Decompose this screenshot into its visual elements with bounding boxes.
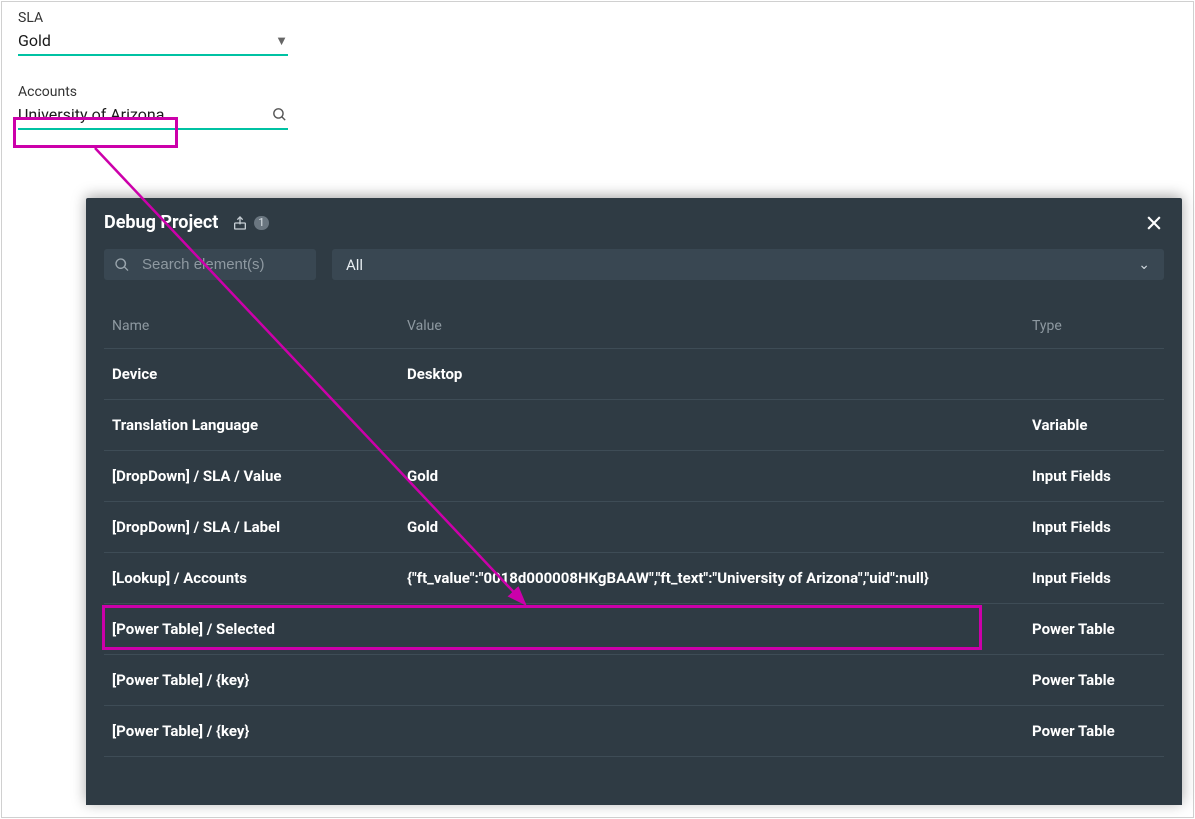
accounts-value: University of Arizona: [18, 105, 164, 124]
row-value: [399, 655, 1024, 706]
row-name: [Power Table] / {key}: [104, 655, 399, 706]
table-row[interactable]: [Power Table] / {key} Power Table: [104, 655, 1164, 706]
table-header-row: Name Value Type: [104, 294, 1164, 349]
row-name: [Power Table] / Selected: [104, 604, 399, 655]
row-type: Input Fields: [1024, 553, 1164, 604]
chevron-down-icon: ⌄: [1138, 257, 1150, 273]
table-row[interactable]: [Lookup] / Accounts{"ft_value":"0018d000…: [104, 553, 1164, 604]
row-type: Power Table: [1024, 655, 1164, 706]
debug-table: Name Value Type DeviceDesktopTranslation…: [104, 294, 1164, 757]
accounts-field: Accounts University of Arizona: [18, 84, 288, 130]
share-badge: 1: [254, 216, 268, 230]
sla-value: Gold: [18, 31, 51, 50]
form-area: SLA Gold ▼ Accounts University of Arizon…: [0, 0, 1195, 168]
table-row[interactable]: [Power Table] / {key} Power Table: [104, 706, 1164, 757]
row-type: Power Table: [1024, 604, 1164, 655]
debug-title: Debug Project: [104, 212, 218, 233]
accounts-lookup[interactable]: University of Arizona: [18, 102, 288, 130]
search-input-wrapper[interactable]: [104, 249, 316, 280]
debug-panel: Debug Project 1 All ⌄: [86, 198, 1182, 805]
table-row[interactable]: [DropDown] / SLA / ValueGoldInput Fields: [104, 451, 1164, 502]
sla-label: SLA: [18, 10, 288, 26]
row-name: [DropDown] / SLA / Value: [104, 451, 399, 502]
debug-table-scroll[interactable]: Name Value Type DeviceDesktopTranslation…: [86, 294, 1182, 805]
row-type: [1024, 349, 1164, 400]
row-name: Translation Language: [104, 400, 399, 451]
row-type: Power Table: [1024, 706, 1164, 757]
chevron-down-icon: ▼: [275, 33, 288, 49]
row-value: [399, 604, 1024, 655]
debug-filters: All ⌄: [86, 245, 1182, 294]
row-type: Variable: [1024, 400, 1164, 451]
filter-value: All: [346, 256, 363, 274]
row-type: Input Fields: [1024, 502, 1164, 553]
close-button[interactable]: [1144, 213, 1164, 233]
col-header-type: Type: [1024, 294, 1164, 349]
row-value: {"ft_value":"0018d000008HKgBAAW","ft_tex…: [399, 553, 1024, 604]
table-row[interactable]: Translation Language Variable: [104, 400, 1164, 451]
row-value: Gold: [399, 502, 1024, 553]
search-input[interactable]: [140, 255, 306, 274]
row-type: Input Fields: [1024, 451, 1164, 502]
sla-field: SLA Gold ▼: [18, 10, 288, 56]
col-header-value: Value: [399, 294, 1024, 349]
debug-header: Debug Project 1: [86, 198, 1182, 245]
search-icon: [271, 106, 288, 123]
table-row[interactable]: DeviceDesktop: [104, 349, 1164, 400]
col-header-name: Name: [104, 294, 399, 349]
row-value: [399, 706, 1024, 757]
row-name: Device: [104, 349, 399, 400]
row-value: [399, 400, 1024, 451]
row-name: [DropDown] / SLA / Label: [104, 502, 399, 553]
filter-dropdown[interactable]: All ⌄: [332, 249, 1164, 280]
row-name: [Power Table] / {key}: [104, 706, 399, 757]
row-value: Gold: [399, 451, 1024, 502]
sla-dropdown[interactable]: Gold ▼: [18, 28, 288, 56]
row-name: [Lookup] / Accounts: [104, 553, 399, 604]
share-control[interactable]: 1: [232, 215, 268, 231]
table-row[interactable]: [DropDown] / SLA / LabelGoldInput Fields: [104, 502, 1164, 553]
search-icon: [114, 257, 130, 273]
share-icon: [232, 215, 248, 231]
accounts-label: Accounts: [18, 84, 288, 100]
row-value: Desktop: [399, 349, 1024, 400]
table-row[interactable]: [Power Table] / Selected Power Table: [104, 604, 1164, 655]
